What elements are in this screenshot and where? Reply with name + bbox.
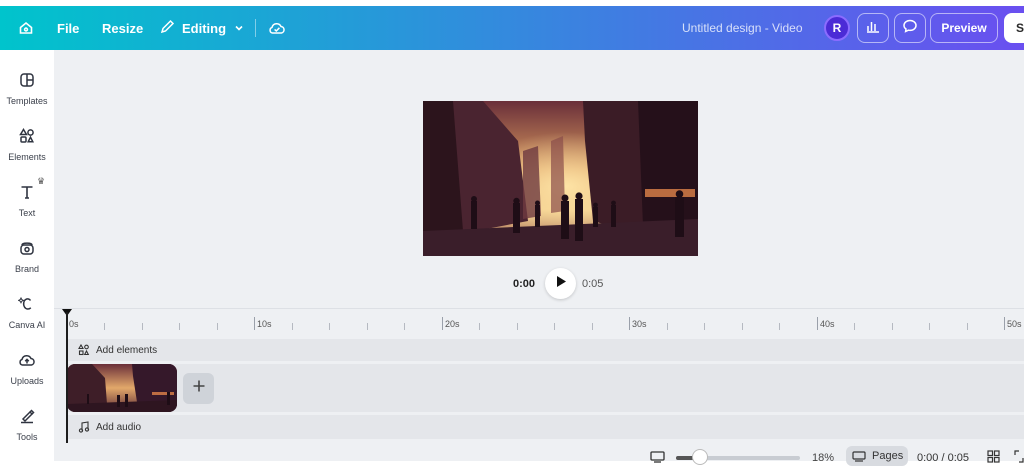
video-frame[interactable] [423, 101, 698, 256]
sidebar-item-label: Uploads [10, 376, 44, 386]
elements-icon [78, 344, 90, 356]
bar-chart-icon [865, 18, 881, 39]
sidebar-item-label: Text [18, 208, 36, 218]
chevron-down-icon [234, 21, 244, 36]
ruler-label: 10s [257, 319, 272, 329]
sidebar-item-uploads[interactable]: Uploads [0, 342, 54, 398]
resize-button[interactable]: Resize [102, 6, 143, 50]
add-audio-label: Add audio [96, 421, 142, 433]
grid-view-icon[interactable] [987, 450, 1000, 468]
crown-icon: ♛ [37, 176, 46, 186]
document-title[interactable]: Untitled design - Video [682, 6, 803, 50]
uploads-icon [18, 350, 36, 370]
add-elements-track[interactable]: Add elements [68, 339, 1024, 361]
sidebar-item-label: Canva AI [8, 320, 46, 330]
notes-icon[interactable] [650, 450, 665, 468]
top-toolbar: File Resize Editing Untitled design - Vi… [0, 6, 1024, 50]
plus-icon [192, 379, 206, 398]
file-menu[interactable]: File [57, 6, 79, 50]
ruler-label: 40s [820, 319, 835, 329]
pages-icon [852, 450, 866, 462]
preview-button[interactable]: Preview [930, 13, 998, 43]
ruler-label: 30s [632, 319, 647, 329]
left-sidebar: Templates Elements Text Brand Canva AI U… [0, 50, 54, 461]
play-icon [555, 275, 567, 293]
elements-icon [18, 126, 36, 146]
analytics-button[interactable] [857, 13, 889, 43]
cloud-saved-icon[interactable] [268, 6, 286, 50]
zoom-slider-handle[interactable] [692, 449, 708, 465]
share-button[interactable]: S [1004, 13, 1024, 43]
sidebar-item-tools[interactable]: Tools [0, 398, 54, 454]
fullscreen-icon[interactable] [1014, 450, 1024, 468]
comments-button[interactable] [894, 13, 926, 43]
tools-icon [18, 406, 36, 426]
playhead[interactable] [66, 312, 68, 443]
pencil-icon [160, 19, 175, 37]
home-icon[interactable] [18, 6, 34, 50]
sidebar-item-label: Tools [16, 432, 38, 442]
toolbar-divider [255, 19, 256, 37]
add-elements-label: Add elements [96, 344, 158, 356]
brand-icon [18, 238, 36, 258]
comment-icon [902, 18, 918, 39]
sidebar-item-label: Templates [6, 96, 48, 106]
ruler-label: 20s [445, 319, 460, 329]
video-clip[interactable] [67, 364, 177, 412]
text-icon [18, 182, 36, 202]
sidebar-item-templates[interactable]: Templates [0, 62, 54, 118]
add-audio-track[interactable]: Add audio [68, 415, 1024, 439]
sidebar-item-label: Brand [14, 264, 40, 274]
play-button[interactable] [545, 268, 576, 299]
ruler-label: 50s [1007, 319, 1022, 329]
zoom-level[interactable]: 18% [812, 452, 834, 464]
ruler-label: 0s [69, 319, 79, 329]
canva-ai-icon [18, 294, 36, 314]
templates-icon [18, 70, 36, 90]
sidebar-item-canva-ai[interactable]: Canva AI [0, 286, 54, 342]
editing-mode-dropdown[interactable]: Editing [160, 6, 244, 50]
timeline-ruler[interactable]: 0s 10s 20s 30s 40s 50s [67, 315, 1024, 331]
add-clip-button[interactable] [183, 373, 214, 404]
clip-thumbnail [67, 364, 177, 412]
sidebar-item-label: Elements [8, 152, 46, 162]
city-street-image [423, 101, 698, 256]
sidebar-item-elements[interactable]: Elements [0, 118, 54, 174]
sidebar-item-brand[interactable]: Brand [0, 230, 54, 286]
current-time: 0:00 [513, 278, 536, 290]
editing-label: Editing [182, 20, 227, 36]
duration: 0:05 [582, 278, 604, 290]
music-note-icon [78, 421, 90, 433]
time-readout: 0:00 / 0:05 [917, 452, 969, 464]
sidebar-item-text[interactable]: Text [0, 174, 54, 230]
pages-button[interactable]: Pages [846, 446, 908, 466]
pages-label: Pages [872, 450, 904, 462]
avatar[interactable]: R [824, 15, 850, 41]
